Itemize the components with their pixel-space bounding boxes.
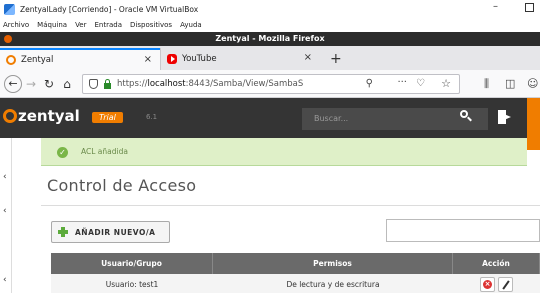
- home-icon[interactable]: ⌂: [58, 77, 76, 91]
- reload-icon[interactable]: ↻: [40, 77, 58, 91]
- table-header: Usuario/Grupo Permisos Acción: [51, 253, 540, 274]
- lock-icon[interactable]: [104, 78, 111, 89]
- forward-arrow-icon[interactable]: →: [22, 77, 40, 91]
- firefox-window-title: Zentyal - Mozilla Firefox: [215, 34, 325, 43]
- virtualbox-logo-icon: [4, 3, 15, 15]
- sidebar-icon[interactable]: ◫: [505, 77, 515, 90]
- collapse-arrow-icon[interactable]: ‹: [3, 172, 7, 182]
- divider: [41, 205, 540, 206]
- minimize-button[interactable]: –: [493, 1, 498, 12]
- table-row: Usuario: test1 De lectura y de escritura…: [51, 274, 540, 293]
- close-tab-icon[interactable]: ×: [144, 54, 152, 65]
- tracking-shield-icon[interactable]: [89, 79, 98, 89]
- tab-label: Zentyal: [21, 55, 54, 65]
- cell-user: Usuario: test1: [105, 280, 159, 289]
- header-user-group[interactable]: Usuario/Grupo: [51, 253, 213, 274]
- page-title: Control de Acceso: [47, 176, 197, 195]
- success-note: ✓ ACL añadida: [41, 138, 527, 166]
- tab-youtube[interactable]: YouTube ×: [160, 48, 320, 70]
- new-tab-button[interactable]: +: [330, 51, 342, 67]
- page-actions-icon[interactable]: ···: [397, 77, 407, 88]
- maximize-button[interactable]: [525, 3, 534, 12]
- youtube-favicon-icon: [167, 54, 177, 64]
- tab-label: YouTube: [182, 54, 217, 64]
- zentyal-logo-icon: [3, 109, 17, 123]
- navigation-bar: ← → ↻ ⌂ https://localhost:8443/Samba/Vie…: [0, 70, 540, 98]
- version-label: 6.1: [146, 113, 158, 121]
- back-arrow-icon[interactable]: ←: [4, 74, 22, 93]
- delete-icon: ×: [483, 280, 492, 289]
- search-icon[interactable]: [460, 110, 472, 122]
- zentyal-favicon-icon: [6, 55, 16, 65]
- cell-permissions: De lectura y de escritura: [286, 280, 380, 289]
- add-new-button[interactable]: AÑADIR NUEVO/A: [51, 221, 170, 243]
- virtualbox-menu-bar: Archivo Máquina Ver Entrada Dispositivos…: [0, 18, 540, 32]
- tab-strip: Zentyal × YouTube × +: [0, 46, 540, 70]
- menu-ver[interactable]: Ver: [75, 21, 86, 29]
- cell-actions: ×: [453, 274, 540, 293]
- logout-icon[interactable]: [498, 110, 512, 124]
- left-menu-collapse-strip: ‹ ‹ ‹: [0, 138, 12, 293]
- check-icon: ✓: [57, 147, 68, 158]
- key-icon[interactable]: ⚲: [366, 78, 373, 89]
- firefox-icon: [4, 35, 12, 43]
- edit-pencil-icon[interactable]: [498, 277, 513, 292]
- note-text: ACL añadida: [81, 147, 128, 156]
- library-icon[interactable]: ⫼: [484, 77, 489, 91]
- menu-archivo[interactable]: Archivo: [3, 21, 29, 29]
- trial-badge: Trial: [92, 112, 123, 123]
- add-new-label: AÑADIR NUEVO/A: [75, 227, 156, 237]
- save-changes-tab[interactable]: [527, 98, 540, 150]
- close-tab-icon[interactable]: ×: [304, 52, 312, 63]
- menu-dispositivos[interactable]: Dispositivos: [130, 21, 172, 29]
- pocket-icon[interactable]: ♡: [416, 78, 425, 89]
- zentyal-logo[interactable]: zentyal: [3, 107, 80, 125]
- account-icon[interactable]: ☺: [527, 77, 538, 90]
- collapse-arrow-icon[interactable]: ‹: [3, 206, 7, 216]
- firefox-title-bar: Zentyal - Mozilla Firefox: [0, 32, 540, 46]
- collapse-arrow-icon[interactable]: ‹: [3, 275, 7, 285]
- plus-icon: [58, 227, 68, 237]
- filter-input[interactable]: [386, 219, 540, 242]
- tab-zentyal[interactable]: Zentyal ×: [0, 48, 160, 70]
- url-bar[interactable]: https://localhost:8443/Samba/View/SambaS…: [82, 74, 460, 94]
- zentyal-logo-text: zentyal: [18, 107, 80, 125]
- delete-button[interactable]: ×: [480, 277, 495, 292]
- bookmark-star-icon[interactable]: ☆: [441, 77, 451, 90]
- acl-table: Usuario/Grupo Permisos Acción Usuario: t…: [51, 253, 540, 293]
- virtualbox-title-bar: ZentyalLady [Corriendo] - Oracle VM Virt…: [0, 0, 540, 18]
- header-action: Acción: [453, 253, 540, 274]
- menu-ayuda[interactable]: Ayuda: [180, 21, 202, 29]
- virtualbox-window-title: ZentyalLady [Corriendo] - Oracle VM Virt…: [20, 4, 199, 14]
- url-text[interactable]: https://localhost:8443/Samba/View/SambaS: [117, 79, 327, 89]
- menu-entrada[interactable]: Entrada: [95, 21, 123, 29]
- zentyal-header: zentyal Trial 6.1 Buscar...: [0, 98, 540, 138]
- header-permissions[interactable]: Permisos: [213, 253, 453, 274]
- menu-maquina[interactable]: Máquina: [37, 21, 67, 29]
